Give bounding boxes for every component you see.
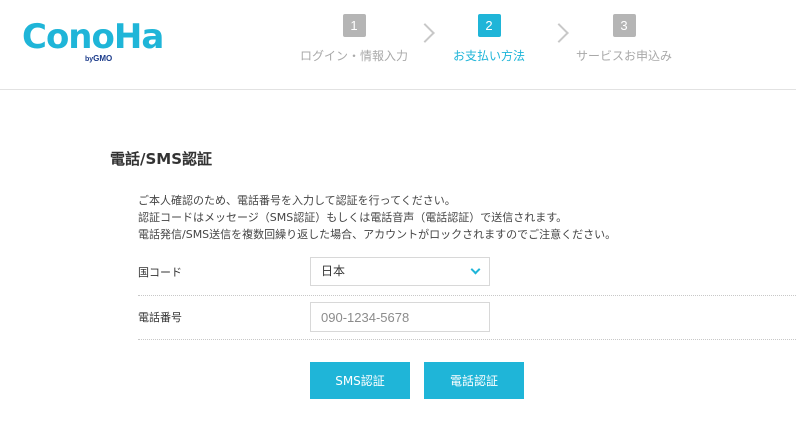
page-title: 電話/SMS認証 [110,150,213,168]
step-1-number: 1 [342,14,366,37]
voice-auth-button[interactable]: 電話認証 [424,362,524,399]
country-code-value: 日本 [321,264,346,278]
phone-number-input[interactable] [310,302,490,332]
country-code-label: 国コード [138,266,182,279]
step-1-label: ログイン・情報入力 [300,49,409,63]
step-1: 1 ログイン・情報入力 [300,14,408,64]
logo-by: by [85,56,94,63]
description: ご本人確認のため、電話番号を入力して認証を行ってください。 認証コードはメッセー… [138,192,616,243]
step-3-number: 3 [612,14,636,37]
phone-number-label: 電話番号 [138,311,182,324]
description-line: ご本人確認のため、電話番号を入力して認証を行ってください。 [138,194,456,207]
chevron-right-icon [549,23,569,43]
sms-auth-button[interactable]: SMS認証 [310,362,410,399]
step-2: 2 お支払い方法 [449,14,529,64]
step-3-label: サービスお申込み [575,49,672,63]
step-3: 3 サービスお申込み [575,14,673,64]
row-divider [138,295,796,296]
row-divider [138,339,796,340]
logo-byline: byGMO [85,54,112,63]
step-2-number: 2 [477,14,501,37]
description-line: 電話発信/SMS送信を複数回繰り返した場合、アカウントがロックされますのでご注意… [138,228,617,241]
country-code-select[interactable]: 日本 [310,257,490,286]
conoha-logo[interactable]: ConoHa byGMO [22,14,164,64]
logo-brand: GMO [93,54,113,63]
chevron-right-icon [415,23,435,43]
chevron-down-icon [470,264,481,275]
header: ConoHa byGMO 1 ログイン・情報入力 2 お支払い方法 3 サービス… [0,0,796,90]
description-line: 認証コードはメッセージ（SMS認証）もしくは電話音声（電話認証）で送信されます。 [138,211,568,224]
step-2-label: お支払い方法 [452,49,525,63]
